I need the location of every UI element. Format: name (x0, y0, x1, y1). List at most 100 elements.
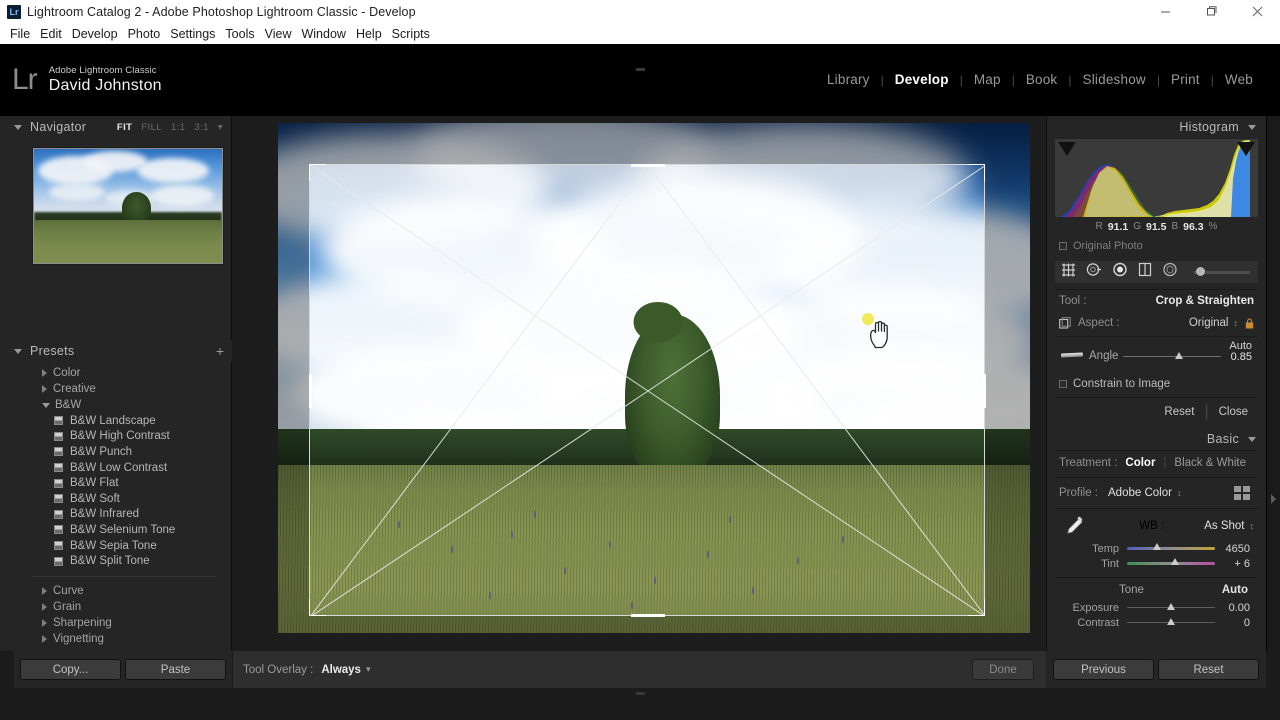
menu-item-file[interactable]: File (5, 27, 35, 41)
paste-button[interactable]: Paste (125, 659, 226, 680)
white-balance-eyedropper-icon[interactable] (1061, 515, 1087, 537)
original-photo-row[interactable]: Original Photo (1047, 237, 1266, 255)
module-map[interactable]: Map (963, 72, 1012, 87)
treatment-bw-option[interactable]: Black & White (1166, 457, 1254, 469)
module-web[interactable]: Web (1214, 72, 1264, 87)
checkbox-icon[interactable] (1059, 242, 1067, 250)
copy-button[interactable]: Copy... (20, 659, 121, 680)
graduated-filter-icon[interactable] (1138, 262, 1152, 282)
chevron-down-icon[interactable]: ▾ (366, 664, 371, 675)
contrast-value[interactable]: 0 (1244, 617, 1254, 629)
wb-value[interactable]: As Shot (1204, 520, 1244, 532)
highlight-clipping-indicator[interactable] (1237, 142, 1255, 156)
menu-item-help[interactable]: Help (351, 27, 387, 41)
angle-slider-track[interactable] (1123, 356, 1221, 357)
preset-item[interactable]: B&W Sepia Tone (0, 538, 232, 554)
module-print[interactable]: Print (1160, 72, 1211, 87)
add-preset-icon[interactable]: + (216, 345, 224, 357)
presets-header[interactable]: Presets + (0, 340, 232, 362)
module-library[interactable]: Library (816, 72, 881, 87)
basic-panel-header[interactable]: Basic (1047, 428, 1266, 450)
profile-value[interactable]: Adobe Color (1108, 487, 1172, 499)
preset-item[interactable]: B&W Split Tone (0, 553, 232, 569)
done-button[interactable]: Done (972, 659, 1034, 680)
menu-item-tools[interactable]: Tools (220, 27, 259, 41)
shadow-clipping-indicator[interactable] (1058, 142, 1076, 156)
constrain-to-image-row[interactable]: Constrain to Image (1055, 373, 1258, 395)
preset-group-grain[interactable]: Grain (0, 599, 232, 615)
preset-item[interactable]: B&W Flat (0, 475, 232, 491)
exposure-slider-knob[interactable] (1167, 603, 1175, 610)
module-slideshow[interactable]: Slideshow (1072, 72, 1157, 87)
wb-caret-icon[interactable]: ↕ (1250, 521, 1255, 531)
histogram-graph[interactable] (1055, 139, 1258, 217)
preset-group-sharpening[interactable]: Sharpening (0, 615, 232, 631)
top-panel-grip[interactable] (636, 68, 645, 71)
identity-plate[interactable]: Lr Adobe Lightroom Classic David Johnsto… (12, 65, 162, 95)
right-panel-collapse-bar[interactable] (1266, 116, 1280, 651)
aspect-caret-icon[interactable]: ↕ (1234, 318, 1239, 328)
tint-slider-knob[interactable] (1171, 558, 1179, 565)
navigator-more-icon[interactable]: ▾ (218, 122, 223, 133)
tint-slider-track[interactable] (1127, 562, 1215, 565)
navigator-zoom-fit[interactable]: FIT (117, 122, 132, 133)
treatment-color-option[interactable]: Color (1117, 457, 1163, 469)
menu-item-settings[interactable]: Settings (165, 27, 220, 41)
menu-item-view[interactable]: View (260, 27, 297, 41)
crop-close-button[interactable]: Close (1209, 406, 1258, 418)
spot-removal-icon[interactable] (1086, 262, 1102, 282)
radial-filter-icon[interactable] (1162, 262, 1178, 282)
profile-caret-icon[interactable]: ↕ (1177, 488, 1182, 498)
preset-item[interactable]: B&W Low Contrast (0, 460, 232, 476)
preset-group-creative[interactable]: Creative (0, 381, 232, 397)
close-icon[interactable] (1234, 0, 1280, 23)
develop-photo[interactable] (278, 123, 1030, 633)
crop-reset-button[interactable]: Reset (1154, 406, 1204, 418)
temp-slider-track[interactable] (1127, 547, 1215, 550)
navigator-zoom-fill[interactable]: FILL (141, 122, 162, 133)
profile-grid-icon[interactable] (1234, 486, 1250, 500)
navigator-preview[interactable] (32, 147, 224, 265)
previous-button[interactable]: Previous (1053, 659, 1154, 680)
filmstrip-grip[interactable] (636, 692, 645, 695)
preset-group-curve[interactable]: Curve (0, 583, 232, 599)
navigator-zoom-1-1[interactable]: 1:1 (171, 122, 185, 133)
preset-group-b-w[interactable]: B&W (0, 397, 232, 413)
contrast-slider-track[interactable] (1127, 622, 1215, 623)
angle-slider-knob[interactable] (1175, 352, 1183, 359)
menu-item-photo[interactable]: Photo (123, 27, 166, 41)
navigator-zoom-3-1[interactable]: 3:1 (194, 122, 208, 133)
reset-button[interactable]: Reset (1158, 659, 1259, 680)
contrast-slider-knob[interactable] (1167, 618, 1175, 625)
minimize-icon[interactable] (1142, 0, 1188, 23)
preset-group-color[interactable]: Color (0, 365, 232, 381)
restore-icon[interactable] (1188, 0, 1234, 23)
preset-item[interactable]: B&W Punch (0, 444, 232, 460)
aspect-lock-icon[interactable] (1059, 317, 1071, 329)
aspect-value[interactable]: Original (1189, 317, 1229, 329)
temp-slider-knob[interactable] (1153, 543, 1161, 550)
brush-size-slider[interactable] (1194, 271, 1250, 274)
menu-item-edit[interactable]: Edit (35, 27, 67, 41)
preset-item[interactable]: B&W Soft (0, 491, 232, 507)
preset-item[interactable]: B&W Selenium Tone (0, 522, 232, 538)
histogram-header[interactable]: Histogram (1047, 116, 1266, 138)
padlock-icon[interactable] (1245, 318, 1254, 329)
exposure-slider-track[interactable] (1127, 607, 1215, 608)
menu-item-develop[interactable]: Develop (67, 27, 123, 41)
tool-value[interactable]: Crop & Straighten (1156, 295, 1254, 307)
module-book[interactable]: Book (1015, 72, 1069, 87)
angle-value[interactable]: 0.85 (1231, 351, 1252, 363)
crop-grid-icon[interactable] (1061, 263, 1076, 282)
preset-item[interactable]: B&W High Contrast (0, 429, 232, 445)
red-eye-icon[interactable] (1112, 262, 1128, 282)
temp-value[interactable]: 4650 (1226, 543, 1254, 555)
menu-item-window[interactable]: Window (296, 27, 350, 41)
navigator-header[interactable]: Navigator FITFILL1:13:1▾ (0, 116, 231, 138)
menu-item-scripts[interactable]: Scripts (387, 27, 435, 41)
preset-item[interactable]: B&W Infrared (0, 507, 232, 523)
preset-group-vignetting[interactable]: Vignetting (0, 631, 232, 647)
module-develop[interactable]: Develop (884, 72, 960, 87)
tool-overlay-value[interactable]: Always (321, 664, 361, 676)
checkbox-icon[interactable] (1059, 380, 1067, 388)
